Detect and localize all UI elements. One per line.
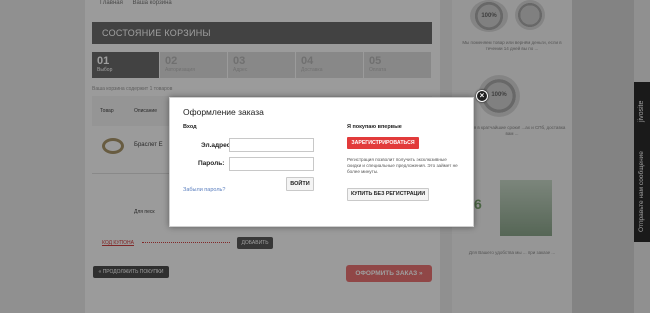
register-note: Регистрация позволит получить эксклюзивн… [347, 157, 458, 174]
login-button[interactable]: ВОЙТИ [286, 177, 314, 191]
password-field[interactable] [229, 157, 314, 171]
email-field[interactable] [229, 138, 314, 152]
modal-title: Оформление заказа [183, 107, 264, 117]
guest-checkout-button[interactable]: КУПИТЬ БЕЗ РЕГИСТРАЦИИ [347, 188, 429, 201]
login-heading: Вход [183, 124, 197, 130]
close-icon[interactable]: × [476, 90, 488, 102]
register-button[interactable]: ЗАРЕГИСТРИРОВАТЬСЯ [347, 137, 419, 149]
forgot-password-link[interactable]: Забыли пароль? [183, 187, 225, 193]
new-customer-heading: Я покупаю впервые [347, 124, 402, 130]
email-label: Эл.адрес: [201, 142, 233, 149]
password-label: Пароль: [198, 160, 225, 167]
checkout-modal: Оформление заказа Вход Эл.адрес: Пароль:… [169, 97, 474, 227]
